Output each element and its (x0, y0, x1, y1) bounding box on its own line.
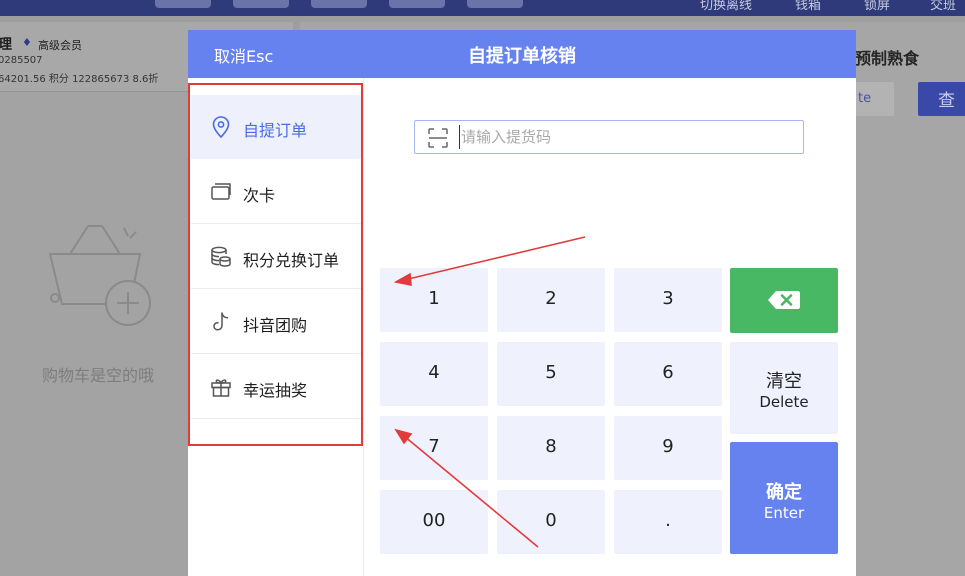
key-label: 3 (662, 288, 674, 309)
confirm-sublabel: Enter (763, 504, 805, 522)
bg-tab (155, 0, 211, 8)
bg-tab (233, 0, 289, 8)
key-label: 2 (545, 288, 557, 309)
key-8[interactable]: 8 (497, 416, 605, 480)
key-label: 1 (428, 288, 440, 309)
location-pin-icon (212, 116, 230, 139)
member-badge-icon: ♦ (22, 36, 32, 49)
key-label: 7 (428, 436, 440, 457)
confirm-button[interactable]: 确定 Enter (730, 442, 838, 554)
menu-item-douyin-groupbuy[interactable]: 抖音团购 (191, 290, 361, 354)
menu-item-label: 自提订单 (243, 121, 308, 140)
key-label: 6 (662, 362, 674, 383)
bg-tab (467, 0, 523, 8)
bg-lock-label: 锁屏 (864, 0, 891, 13)
bg-category-title: 预制熟食 (855, 49, 920, 68)
menu-item-label: 抖音团购 (243, 316, 308, 335)
key-label: 9 (662, 436, 674, 457)
clear-label: 清空 (766, 371, 802, 392)
pickup-code-input[interactable] (459, 125, 789, 149)
pickup-code-field[interactable] (414, 120, 804, 154)
verification-type-menu: 自提订单 次卡 积分兑换订单 抖音团购 幸运抽奖 (188, 78, 364, 576)
empty-cart-icon (40, 218, 160, 342)
key-decimal[interactable]: . (614, 490, 722, 554)
member-level: 高级会员 (38, 39, 82, 52)
tiktok-icon (213, 312, 229, 331)
key-label: . (665, 510, 671, 531)
menu-item-points-exchange[interactable]: 积分兑换订单 (191, 225, 361, 289)
menu-item-times-card[interactable]: 次卡 (191, 160, 361, 224)
bg-offline-label: 切换离线 (700, 0, 753, 13)
gift-icon (211, 379, 231, 397)
key-6[interactable]: 6 (614, 342, 722, 406)
key-3[interactable]: 3 (614, 268, 722, 332)
key-7[interactable]: 7 (380, 416, 488, 480)
pickup-order-dialog: 取消Esc 自提订单核销 自提订单 次卡 积分兑换订单 抖音团购 幸运抽奖 请输… (188, 30, 856, 576)
background-top-bar: 切换离线 钱箱 锁屏 交班 (0, 0, 965, 16)
member-name: 理 (0, 37, 12, 53)
key-00[interactable]: 00 (380, 490, 488, 554)
coins-icon (211, 246, 231, 267)
backspace-icon (768, 291, 800, 309)
key-1[interactable]: 1 (380, 268, 488, 332)
bg-tab (311, 0, 367, 8)
menu-item-label: 幸运抽奖 (243, 381, 308, 400)
menu-item-pickup-order[interactable]: 自提订单 (191, 95, 361, 159)
menu-item-label: 积分兑换订单 (243, 251, 340, 270)
key-label: 4 (428, 362, 440, 383)
empty-cart-text: 购物车是空的哦 (42, 366, 155, 385)
dialog-header: 取消Esc 自提订单核销 (188, 30, 856, 78)
bg-cashbox-label: 钱箱 (795, 0, 822, 13)
card-icon (211, 183, 231, 200)
scan-icon[interactable] (428, 128, 448, 148)
key-2[interactable]: 2 (497, 268, 605, 332)
key-5[interactable]: 5 (497, 342, 605, 406)
dialog-title: 自提订单核销 (468, 46, 576, 67)
key-label: 0 (545, 510, 557, 531)
menu-item-lucky-draw[interactable]: 幸运抽奖 (191, 355, 361, 419)
confirm-label: 确定 (766, 482, 802, 503)
key-label: 8 (545, 436, 557, 457)
bg-search-button: 查 (918, 82, 965, 116)
member-stats: 64201.56 积分 122865673 8.6折 (0, 74, 159, 85)
menu-item-label: 次卡 (243, 186, 276, 205)
clear-sublabel: Delete (759, 393, 809, 411)
bg-shift-label: 交班 (930, 0, 957, 13)
member-id: 0285507 (0, 55, 43, 66)
clear-button[interactable]: 清空 Delete (730, 342, 838, 434)
backspace-button[interactable] (730, 268, 838, 333)
key-9[interactable]: 9 (614, 416, 722, 480)
key-4[interactable]: 4 (380, 342, 488, 406)
bg-category-tag: te (856, 82, 894, 116)
key-0[interactable]: 0 (497, 490, 605, 554)
key-label: 5 (545, 362, 557, 383)
bg-tab (389, 0, 445, 8)
key-label: 00 (422, 510, 446, 531)
